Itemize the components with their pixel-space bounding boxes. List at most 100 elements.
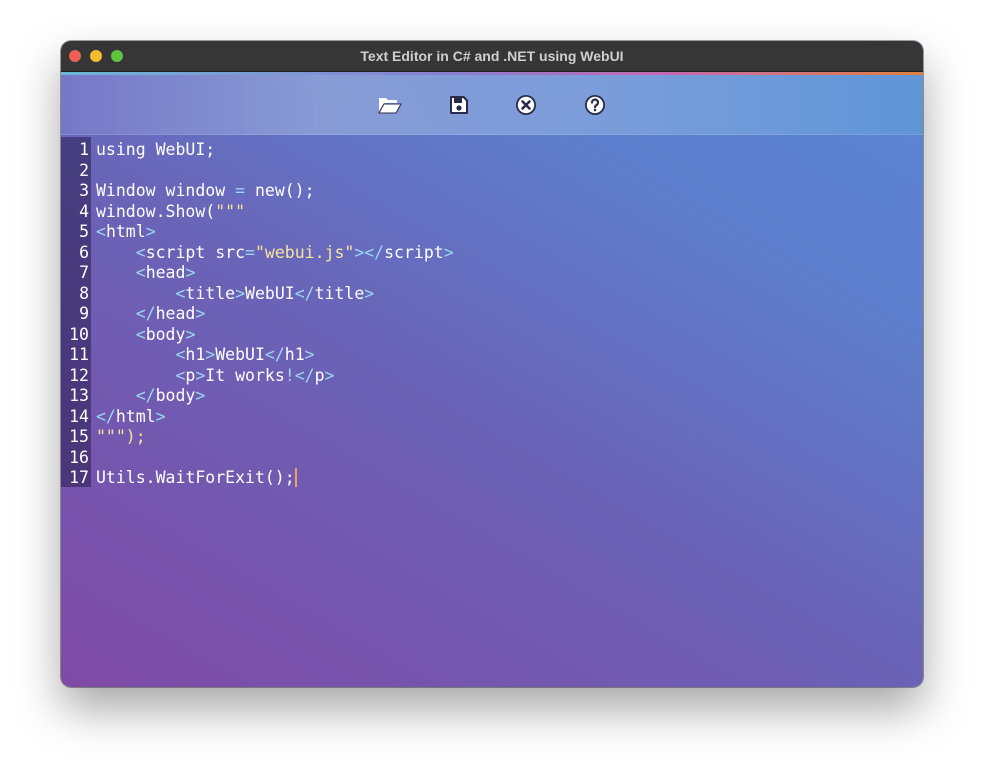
save-button[interactable] xyxy=(447,93,471,117)
code-token: < xyxy=(96,222,106,241)
line-number: 6 xyxy=(79,242,89,262)
code-line[interactable]: 15 """); xyxy=(61,427,146,448)
code-token: > xyxy=(185,263,196,282)
code-token: h1 xyxy=(284,345,305,364)
code-text: <p>It works!</p> xyxy=(96,366,334,387)
code-token: ! xyxy=(284,365,295,385)
code-token: title xyxy=(185,283,236,303)
code-token: </ xyxy=(96,406,116,426)
code-token: script src xyxy=(145,242,246,262)
code-token: p xyxy=(314,365,325,385)
code-token: """); xyxy=(96,427,146,446)
code-text: <title>WebUI</title> xyxy=(96,284,374,305)
code-token: </ xyxy=(264,345,285,364)
code-token: h1 xyxy=(185,345,206,364)
code-token: head xyxy=(155,304,196,323)
code-text: window.Show(""" xyxy=(96,202,245,223)
code-line[interactable]: 7 <head> xyxy=(61,263,195,284)
code-token: > xyxy=(145,222,156,241)
code-token: """ xyxy=(215,201,246,221)
code-text: Utils.WaitForExit(); xyxy=(96,468,297,489)
toolbar xyxy=(61,75,923,135)
code-token: new(); xyxy=(245,181,315,200)
code-line[interactable]: 2 xyxy=(61,161,89,182)
line-number: 3 xyxy=(79,181,89,200)
code-token: </ xyxy=(135,304,156,323)
line-number: 7 xyxy=(79,263,89,282)
code-token: p xyxy=(185,365,196,385)
line-number: 12 xyxy=(69,365,89,385)
line-number: 16 xyxy=(69,447,89,467)
line-number: 4 xyxy=(79,201,89,221)
code-lines: 1 using WebUI; 2 3 Window window = new(); 4 wi… xyxy=(61,140,454,489)
help-button[interactable] xyxy=(583,93,607,117)
code-editor[interactable]: 1 using WebUI; 2 3 Window window = new(); 4 wi… xyxy=(61,137,923,687)
code-text: </html> xyxy=(96,407,166,428)
code-token: Window window xyxy=(96,181,236,200)
code-line[interactable]: 4 window.Show(""" xyxy=(61,201,245,223)
code-token: > xyxy=(185,324,196,344)
open-button[interactable] xyxy=(378,93,402,117)
line-number: 17 xyxy=(69,468,89,487)
code-token: < xyxy=(175,283,186,303)
code-token: > xyxy=(235,283,246,303)
code-token: html xyxy=(115,406,156,426)
code-line[interactable]: 6 <script src="webui.js"></script> xyxy=(61,242,454,264)
code-token: < xyxy=(135,263,146,282)
code-line[interactable]: 3 Window window = new(); xyxy=(61,181,315,202)
title-bar[interactable]: Text Editor in C# and .NET using WebUI xyxy=(61,41,923,72)
line-number: 5 xyxy=(79,222,89,241)
code-text: using WebUI; xyxy=(96,140,215,161)
code-token: > xyxy=(195,365,206,385)
editor-window: Text Editor in C# and .NET using WebUI 1… xyxy=(61,41,923,687)
code-line[interactable]: 10 <body> xyxy=(61,324,195,346)
code-token: < xyxy=(175,345,186,364)
code-text: <h1>WebUI</h1> xyxy=(96,345,314,366)
code-token: = xyxy=(245,242,255,262)
close-file-button[interactable] xyxy=(514,93,538,117)
code-line[interactable]: 12 <p>It works!</p> xyxy=(61,365,334,387)
code-token: > xyxy=(324,365,335,385)
code-text: </body> xyxy=(96,386,206,407)
code-text: """); xyxy=(96,427,146,448)
code-line[interactable]: 11 <h1>WebUI</h1> xyxy=(61,345,314,366)
line-number: 11 xyxy=(69,345,89,364)
code-token: = xyxy=(235,181,246,200)
code-token: > xyxy=(195,386,206,405)
text-caret xyxy=(294,468,297,487)
folder-open-icon xyxy=(378,98,402,114)
code-token: > xyxy=(195,304,206,323)
close-circle-icon xyxy=(516,95,536,115)
code-token: Utils.WaitForExit(); xyxy=(96,468,295,487)
line-number: 15 xyxy=(69,427,89,446)
code-line[interactable]: 17 Utils.WaitForExit(); xyxy=(61,468,297,489)
code-line[interactable]: 13 </body> xyxy=(61,386,205,407)
code-line[interactable]: 5 <html> xyxy=(61,222,156,243)
code-token: </ xyxy=(294,283,315,303)
line-number: 9 xyxy=(79,304,89,323)
code-text: <script src="webui.js"></script> xyxy=(96,243,454,264)
line-number: 2 xyxy=(79,160,89,180)
line-number: 10 xyxy=(69,324,89,344)
code-line[interactable]: 8 <title>WebUI</title> xyxy=(61,284,374,305)
code-token: html xyxy=(105,222,146,241)
code-token: WebUI xyxy=(245,283,295,303)
code-text: <body> xyxy=(96,324,196,346)
code-token: < xyxy=(135,242,146,262)
code-token: WebUI xyxy=(215,345,265,364)
code-text: Window window = new(); xyxy=(96,181,315,202)
code-line[interactable]: 1 using WebUI; xyxy=(61,140,215,161)
code-token: window.Show( xyxy=(96,201,216,221)
code-line[interactable]: 9 </head> xyxy=(61,304,205,325)
code-token: body xyxy=(145,324,186,344)
line-number: 1 xyxy=(79,140,89,159)
code-line[interactable]: 16 xyxy=(61,448,89,469)
code-token: ></ xyxy=(354,242,385,262)
code-token: It works xyxy=(205,365,285,385)
code-line[interactable]: 14 </html> xyxy=(61,407,165,428)
